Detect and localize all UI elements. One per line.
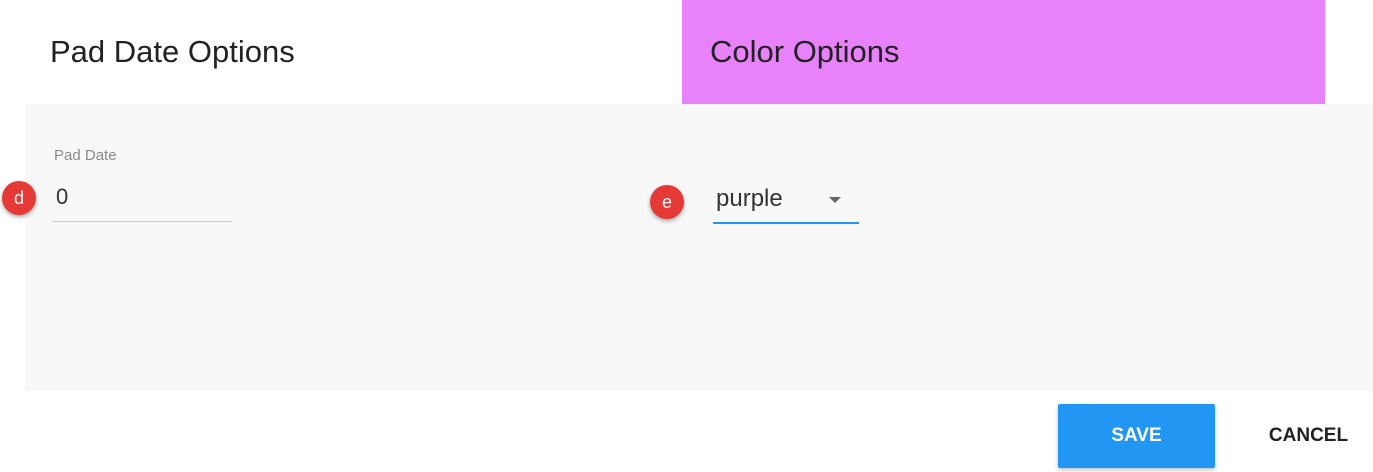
pad-date-underline <box>52 221 232 222</box>
tab-color-options-label: Color Options <box>710 34 900 69</box>
color-select-value: purple <box>716 185 783 212</box>
tab-bar-spacer <box>1325 0 1373 104</box>
pad-date-label: Pad Date <box>54 147 117 164</box>
tab-pad-date-options-label: Pad Date Options <box>50 34 295 69</box>
tab-pad-date-options[interactable]: Pad Date Options <box>0 0 664 104</box>
color-select-underline <box>713 222 859 224</box>
cancel-button[interactable]: CANCEL <box>1244 404 1373 468</box>
options-panel <box>25 104 1373 391</box>
tab-color-options[interactable]: Color Options <box>682 0 1325 104</box>
save-button[interactable]: SAVE <box>1058 404 1215 468</box>
color-select[interactable]: purple <box>713 180 859 224</box>
pad-date-input[interactable]: 0 <box>56 184 68 210</box>
color-select-marker: e <box>650 185 684 219</box>
dropdown-arrow-icon <box>829 197 841 203</box>
pad-date-marker: d <box>2 181 36 215</box>
